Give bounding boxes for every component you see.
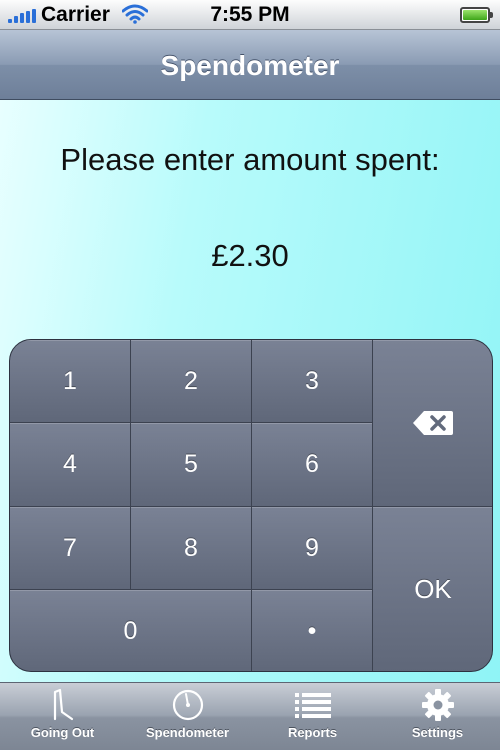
tab-label: Spendometer	[145, 725, 230, 740]
key-4[interactable]: 4	[10, 423, 131, 507]
amount-display: £2.30	[211, 238, 289, 273]
tab-label: Settings	[411, 725, 464, 740]
tab-settings[interactable]: Settings	[375, 683, 500, 750]
key-1[interactable]: 1	[10, 340, 131, 423]
gauge-icon	[172, 689, 203, 721]
ok-button[interactable]: OK	[373, 507, 492, 671]
amount-prompt: Please enter amount spent:	[60, 142, 440, 177]
navigation-bar: Spendometer	[0, 30, 500, 100]
page-title: Spendometer	[160, 50, 340, 81]
tab-bar: Going Out Spendometer Reports Settings	[0, 682, 500, 750]
key-9[interactable]: 9	[252, 507, 373, 590]
key-6[interactable]: 6	[252, 423, 373, 507]
tab-reports[interactable]: Reports	[250, 683, 375, 750]
status-bar: Carrier 7:55 PM	[0, 0, 500, 30]
battery-icon	[460, 7, 493, 23]
key-5[interactable]: 5	[131, 423, 252, 507]
key-3[interactable]: 3	[252, 340, 373, 423]
key-7[interactable]: 7	[10, 507, 131, 590]
key-0[interactable]: 0	[10, 590, 252, 671]
main-content: Please enter amount spent: £2.30 1 2 3 4…	[0, 100, 500, 682]
tab-label: Reports	[287, 725, 338, 740]
status-time: 7:55 PM	[210, 3, 290, 26]
key-2[interactable]: 2	[131, 340, 252, 423]
backspace-icon	[413, 411, 453, 435]
backspace-button[interactable]	[373, 340, 492, 507]
list-icon	[294, 693, 331, 718]
key-8[interactable]: 8	[131, 507, 252, 590]
walking-person-icon	[53, 688, 73, 721]
gear-icon	[421, 689, 454, 721]
tab-spendometer[interactable]: Spendometer	[125, 683, 250, 750]
tab-label: Going Out	[30, 725, 95, 740]
tab-going-out[interactable]: Going Out	[0, 683, 125, 750]
numeric-keypad: 1 2 3 4 5 6 7 8 9 0 • OK	[9, 339, 493, 672]
key-decimal-point[interactable]: •	[252, 590, 373, 671]
